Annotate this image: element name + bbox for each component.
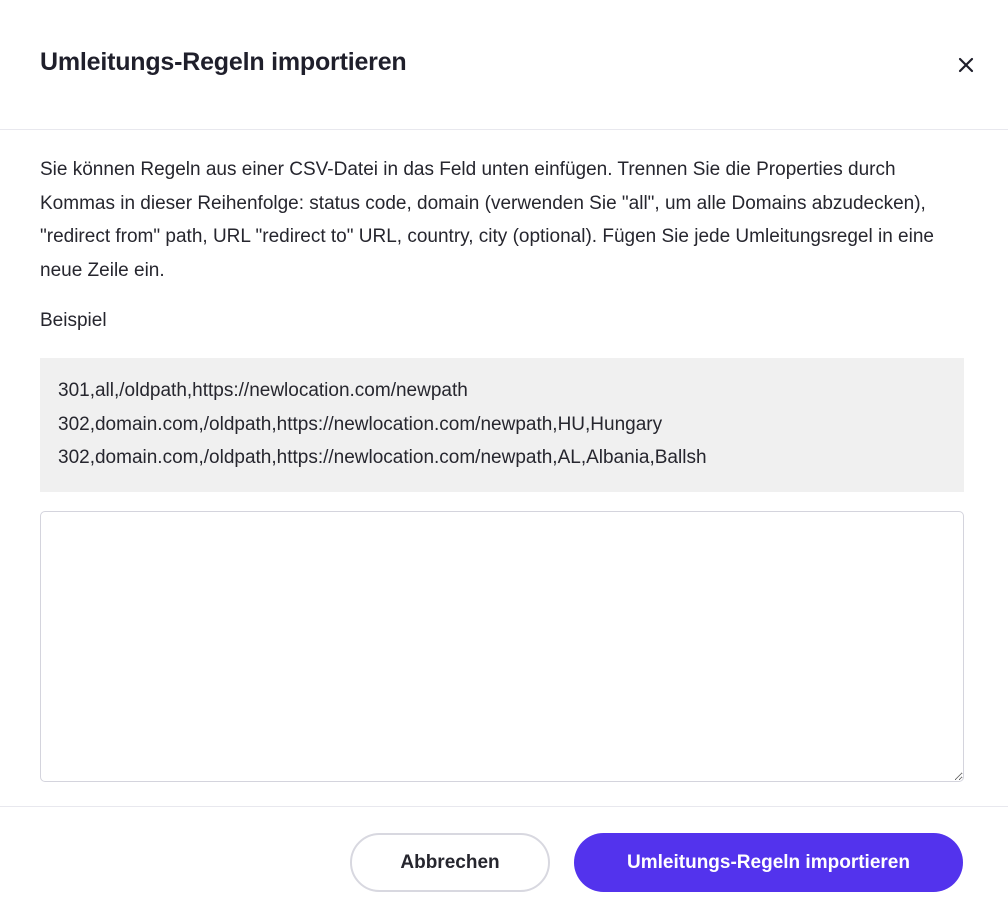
example-line: 301,all,/oldpath,https://newlocation.com… [58, 380, 468, 401]
example-line: 302,domain.com,/oldpath,https://newlocat… [58, 413, 663, 435]
dialog-footer: Abbrechen Umleitungs-Regeln importieren [0, 806, 1008, 914]
close-button[interactable] [950, 49, 982, 81]
import-rules-button[interactable]: Umleitungs-Regeln importieren [574, 833, 963, 892]
example-label: Beispiel [40, 310, 107, 331]
csv-rules-textarea[interactable] [40, 511, 964, 782]
dialog-header: Umleitungs-Regeln importieren [0, 0, 1008, 130]
close-icon [958, 57, 974, 73]
import-redirect-rules-dialog: Umleitungs-Regeln importieren Sie können… [0, 0, 1008, 914]
example-line: 302,domain.com,/oldpath,https://newlocat… [58, 447, 707, 468]
example-code-block: 301,all,/oldpath,https://newlocation.com… [40, 358, 964, 492]
instructions-text: Sie können Regeln aus einer CSV-Datei in… [40, 159, 934, 281]
cancel-button[interactable]: Abbrechen [350, 833, 550, 892]
dialog-title: Umleitungs-Regeln importieren [40, 48, 407, 76]
